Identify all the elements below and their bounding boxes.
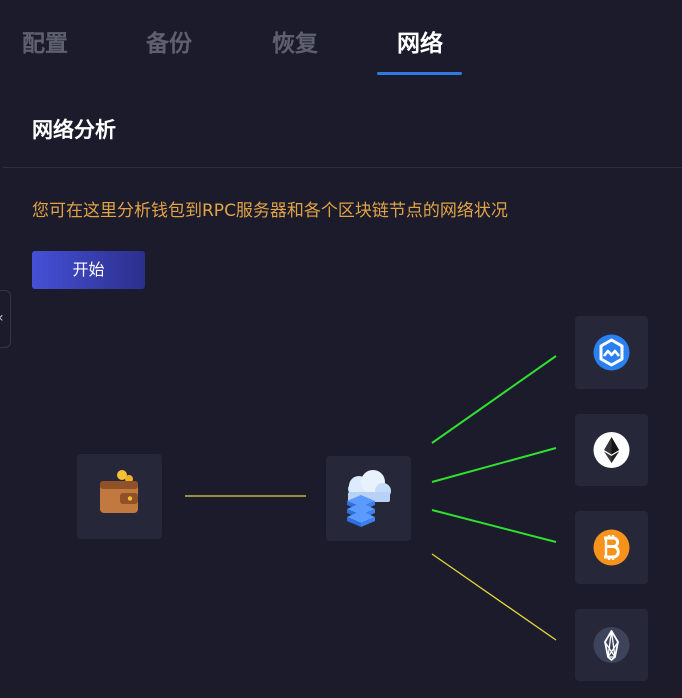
chevron-left-icon: ‹ [0, 308, 4, 328]
eos-node [575, 609, 648, 681]
eos-icon [593, 627, 630, 663]
tab-config[interactable]: 配置 [22, 28, 68, 60]
cloud-server-icon [347, 470, 391, 527]
settings-tabs: 配置 备份 恢复 网络 [0, 0, 682, 76]
tab-network[interactable]: 网络 [397, 28, 443, 60]
ethereum-icon [593, 432, 630, 468]
bitcoin-icon [593, 529, 630, 566]
collapse-handle[interactable]: ‹ [0, 290, 11, 348]
rpc-ethereum-connection [431, 447, 557, 483]
section-description: 您可在这里分析钱包到RPC服务器和各个区块链节点的网络状况 [32, 201, 508, 221]
start-button[interactable]: 开始 [32, 251, 145, 289]
wallet-icon [100, 470, 138, 513]
network-settings-page: 配置 备份 恢复 网络 网络分析 您可在这里分析钱包到RPC服务器和各个区块链节… [0, 0, 682, 698]
bitcoin-node [575, 511, 648, 584]
tab-backup[interactable]: 备份 [146, 28, 192, 60]
rpc-server-node [326, 456, 411, 541]
rpc-bitcoin-connection [431, 509, 557, 543]
section-divider [3, 167, 682, 168]
wanchain-node [575, 316, 648, 389]
rpc-eos-connection [431, 553, 557, 641]
tab-restore[interactable]: 恢复 [272, 28, 318, 60]
active-tab-indicator [377, 72, 462, 75]
wanchain-icon [593, 334, 630, 371]
section-title: 网络分析 [32, 118, 116, 142]
wallet-node [77, 454, 162, 539]
ethereum-node [575, 414, 648, 486]
rpc-wanchain-connection [431, 355, 557, 444]
